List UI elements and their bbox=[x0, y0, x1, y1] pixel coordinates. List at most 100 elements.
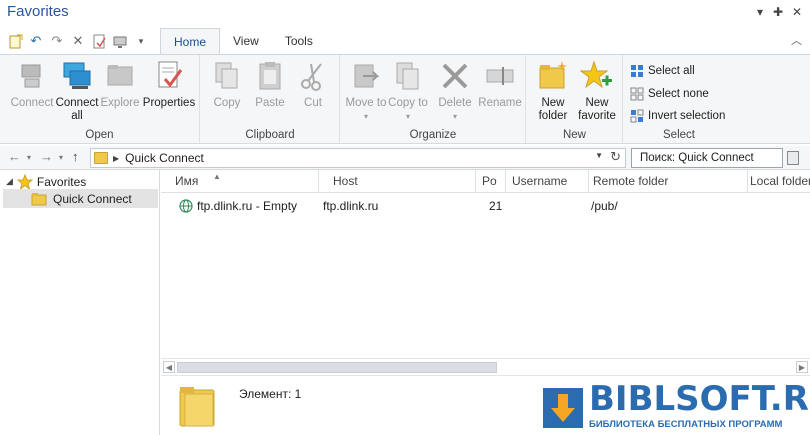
table-row[interactable]: ftp.dlink.ru - Empty ftp.dlink.ru 21 /pu… bbox=[161, 197, 810, 215]
delete-label: Delete bbox=[438, 97, 472, 109]
column-header-port[interactable]: Po bbox=[476, 170, 506, 193]
explore-button[interactable]: Explore bbox=[98, 59, 142, 110]
monitor-icon[interactable] bbox=[111, 32, 129, 50]
large-folder-icon bbox=[179, 387, 215, 427]
cell-port: 21 bbox=[489, 199, 503, 213]
column-header-host[interactable]: Host bbox=[319, 170, 476, 193]
download-logo-icon bbox=[543, 388, 583, 428]
cut-label: Cut bbox=[304, 97, 322, 109]
refresh-icon[interactable]: ↻ bbox=[610, 149, 621, 165]
tree-quick-connect-label: Quick Connect bbox=[53, 191, 132, 206]
list-header: ▲ Имя Host Po Username Remote folder Loc… bbox=[161, 170, 810, 193]
group-select-label: Select bbox=[663, 129, 695, 141]
address-field[interactable]: ▶ Quick Connect ▼ ↻ bbox=[90, 148, 626, 168]
copy-to-label: Copy to bbox=[388, 97, 428, 109]
connect-icon bbox=[21, 64, 41, 88]
forward-icon[interactable]: → bbox=[40, 149, 53, 164]
new-folder-label: New folder bbox=[538, 97, 568, 122]
tab-home[interactable]: Home bbox=[160, 28, 221, 55]
delete-x-icon bbox=[442, 63, 468, 89]
properties-button[interactable]: Properties bbox=[141, 59, 197, 110]
connect-all-button[interactable]: Connect all bbox=[55, 59, 99, 123]
connect-all-icon bbox=[63, 62, 91, 89]
properties-icon[interactable] bbox=[90, 32, 108, 50]
rename-button[interactable]: Rename bbox=[477, 59, 523, 110]
select-all-label: Select all bbox=[648, 65, 695, 77]
dropdown-icon[interactable]: ▾ bbox=[752, 3, 768, 21]
invert-selection-button[interactable]: Invert selection bbox=[630, 106, 725, 126]
connect-label: Connect bbox=[10, 97, 54, 109]
folder-icon bbox=[31, 192, 47, 205]
copy-icon bbox=[215, 62, 238, 89]
select-all-icon bbox=[631, 65, 643, 77]
cell-remote-folder: /pub/ bbox=[591, 199, 618, 213]
delete-icon[interactable]: ✕ bbox=[69, 32, 87, 50]
undo-icon[interactable]: ↶ bbox=[27, 32, 45, 50]
sort-ascending-icon: ▲ bbox=[213, 172, 221, 181]
item-count: Элемент: 1 bbox=[239, 387, 302, 401]
delete-button[interactable]: Delete ▾ bbox=[433, 59, 477, 123]
move-to-button[interactable]: Move to ▾ bbox=[345, 59, 387, 123]
new-folder-button[interactable]: New folder bbox=[531, 59, 575, 123]
select-all-button[interactable]: Select all bbox=[630, 61, 695, 81]
file-list: ▲ Имя Host Po Username Remote folder Loc… bbox=[161, 170, 810, 375]
tree-favorites-label: Favorites bbox=[36, 174, 87, 189]
up-icon[interactable]: ↑ bbox=[72, 149, 79, 164]
cell-name: ftp.dlink.ru - Empty bbox=[197, 199, 298, 213]
copy-button[interactable]: Copy bbox=[206, 59, 248, 110]
invert-selection-icon bbox=[630, 109, 644, 123]
rename-icon bbox=[486, 67, 514, 85]
scissors-icon bbox=[301, 63, 322, 91]
title-bar: Favorites ▾ ✚ ✕ bbox=[0, 0, 810, 26]
search-input[interactable]: Поиск: Quick Connect bbox=[631, 148, 783, 168]
paste-label: Paste bbox=[255, 97, 285, 109]
navigation-tree: ◢ Favorites Quick Connect bbox=[0, 170, 160, 435]
back-icon[interactable]: ← bbox=[8, 149, 21, 164]
tab-tools[interactable]: Tools bbox=[272, 28, 326, 54]
address-bar-row: ← ▾ → ▾ ↑ ▶ Quick Connect ▼ ↻ Поиск: Qui… bbox=[0, 146, 810, 170]
properties-label: Properties bbox=[142, 97, 196, 109]
search-icon[interactable] bbox=[787, 151, 799, 165]
scroll-thumb[interactable] bbox=[177, 362, 497, 373]
group-organize: Move to ▾ Copy to ▾ Delete ▾ Rename Organiz… bbox=[341, 55, 526, 143]
scroll-right-icon[interactable]: ▶ bbox=[796, 361, 808, 373]
new-favorite-button[interactable]: New favorite bbox=[575, 59, 619, 123]
tree-item-quick-connect[interactable]: Quick Connect bbox=[3, 189, 158, 208]
group-organize-label: Organize bbox=[409, 129, 457, 141]
globe-icon bbox=[179, 199, 193, 213]
tab-view[interactable]: View bbox=[220, 28, 272, 54]
paste-icon bbox=[259, 62, 281, 90]
chevron-up-icon[interactable]: ︿ bbox=[791, 32, 802, 48]
select-none-button[interactable]: Select none bbox=[630, 84, 709, 104]
scroll-left-icon[interactable]: ◀ bbox=[163, 361, 175, 373]
column-header-local-folder[interactable]: Local folder bbox=[748, 170, 810, 193]
chevron-right-icon[interactable]: ▶ bbox=[113, 154, 119, 163]
pin-icon[interactable]: ✚ bbox=[770, 3, 786, 21]
new-folder-icon bbox=[539, 61, 567, 89]
group-open-label: Open bbox=[85, 129, 114, 141]
column-header-remote-folder[interactable]: Remote folder bbox=[589, 170, 748, 193]
copy-to-button[interactable]: Copy to ▾ bbox=[387, 59, 429, 123]
copy-label: Copy bbox=[213, 97, 241, 109]
copy-to-icon bbox=[396, 62, 419, 90]
paste-button[interactable]: Paste bbox=[249, 59, 291, 110]
watermark-brand: BIBLSOFT.RU bbox=[589, 379, 810, 419]
back-history-icon[interactable]: ▾ bbox=[27, 153, 31, 162]
customize-qat-icon[interactable]: ▾ bbox=[132, 32, 150, 50]
cut-button[interactable]: Cut bbox=[293, 59, 333, 110]
expand-icon[interactable]: ◢ bbox=[6, 176, 13, 187]
new-document-icon[interactable] bbox=[6, 32, 24, 50]
group-select: Select all Select none Invert selection … bbox=[624, 55, 734, 143]
forward-history-icon[interactable]: ▾ bbox=[59, 153, 63, 162]
explore-label: Explore bbox=[100, 97, 140, 109]
quick-access-toolbar: ↶ ↷ ✕ ▾ bbox=[6, 30, 150, 52]
connect-button[interactable]: Connect bbox=[8, 59, 56, 110]
column-header-username[interactable]: Username bbox=[506, 170, 589, 193]
close-icon[interactable]: ✕ bbox=[789, 3, 805, 21]
redo-icon[interactable]: ↷ bbox=[48, 32, 66, 50]
address-dropdown-icon[interactable]: ▼ bbox=[595, 151, 603, 160]
properties-doc-icon bbox=[158, 61, 183, 88]
column-header-name[interactable]: ▲ Имя bbox=[161, 170, 319, 193]
horizontal-scrollbar[interactable]: ◀ ▶ bbox=[161, 358, 810, 375]
rename-label: Rename bbox=[478, 97, 522, 109]
